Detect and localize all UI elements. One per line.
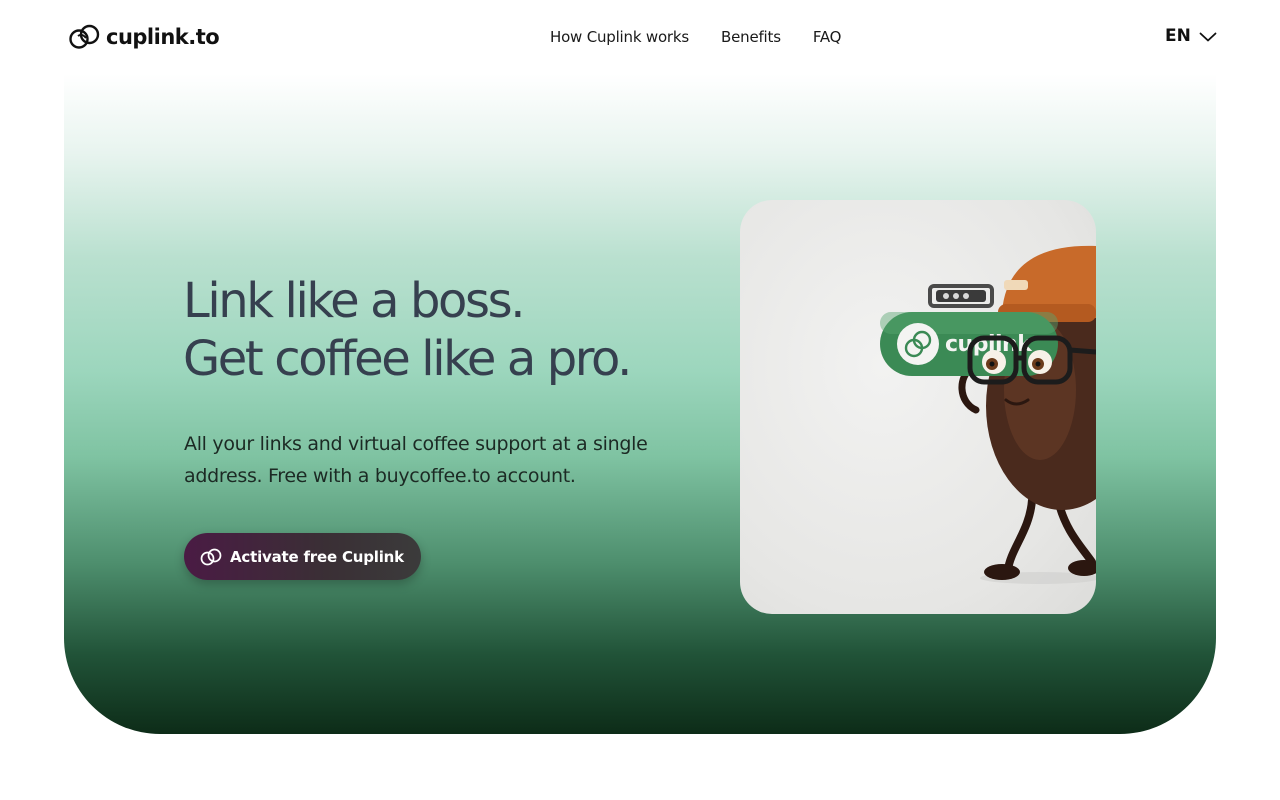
activate-cuplink-button[interactable]: Activate free Cuplink xyxy=(184,533,421,580)
cuplink-icon xyxy=(200,548,222,566)
nav-benefits[interactable]: Benefits xyxy=(721,28,781,46)
language-selector[interactable]: EN xyxy=(1165,26,1217,46)
nav-faq[interactable]: FAQ xyxy=(813,28,842,46)
hero-section: Link like a boss. Get coffee like a pro.… xyxy=(64,74,1216,734)
mascot-illustration-card: cuplink xyxy=(740,200,1096,614)
chevron-down-icon xyxy=(1199,30,1217,42)
coffee-bean-mascot-illustration: cuplink xyxy=(880,245,1096,584)
headline-line-2: Get coffee like a pro. xyxy=(183,331,632,387)
logo-text: cuplink.to xyxy=(106,25,220,49)
site-header: cuplink.to How Cuplink works Benefits FA… xyxy=(0,0,1280,74)
hero-headline: Link like a boss. Get coffee like a pro. xyxy=(183,272,632,388)
hero-subtext: All your links and virtual coffee suppor… xyxy=(184,433,648,487)
coffee-cup-link-icon xyxy=(69,24,100,50)
nav-how-it-works[interactable]: How Cuplink works xyxy=(550,28,689,46)
logo[interactable]: cuplink.to xyxy=(69,22,220,52)
language-label: EN xyxy=(1165,26,1191,46)
cta-label: Activate free Cuplink xyxy=(230,547,404,566)
main-nav: How Cuplink works Benefits FAQ xyxy=(550,28,842,46)
headline-line-1: Link like a boss. xyxy=(183,273,525,329)
